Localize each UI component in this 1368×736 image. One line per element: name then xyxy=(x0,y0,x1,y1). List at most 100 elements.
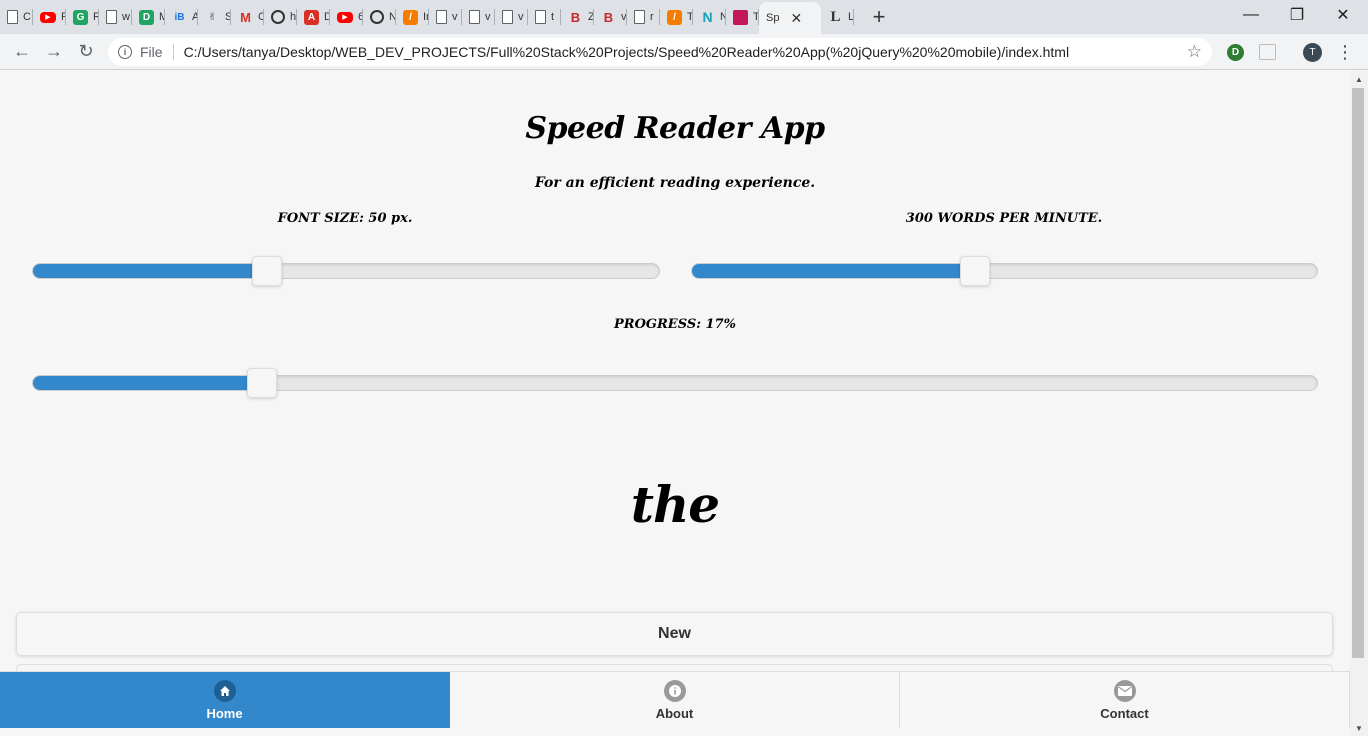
doc-icon xyxy=(469,10,480,24)
profile-avatar[interactable]: T xyxy=(1303,43,1322,62)
youtube-icon: ▶ xyxy=(40,11,56,23)
bookmark-star-icon[interactable]: ☆ xyxy=(1187,42,1202,62)
globe-icon xyxy=(370,10,384,24)
browser-tab[interactable]: C xyxy=(0,0,33,34)
browser-tab[interactable]: v xyxy=(495,0,528,34)
tab-label: h xyxy=(290,11,297,23)
browser-tab[interactable]: MC xyxy=(231,0,264,34)
new-tab-button[interactable]: + xyxy=(864,0,894,34)
forward-icon[interactable]: → xyxy=(38,36,70,68)
new-button[interactable]: New xyxy=(16,612,1333,656)
scroll-down-icon[interactable]: ▼ xyxy=(1350,720,1368,736)
bold-b-icon: B xyxy=(603,9,614,25)
tab-label: L xyxy=(848,11,854,23)
orange-app-icon: / xyxy=(667,9,682,25)
font-size-label: FONT SIZE: 50 px. xyxy=(277,211,413,226)
browser-tab[interactable]: v xyxy=(462,0,495,34)
youtube-icon: ▶ xyxy=(337,11,353,23)
browser-tab[interactable]: v xyxy=(429,0,462,34)
wpm-slider[interactable] xyxy=(691,256,1318,286)
browser-tab[interactable]: NN xyxy=(693,0,726,34)
close-window-button[interactable]: ✕ xyxy=(1320,0,1366,30)
slider-handle[interactable] xyxy=(246,368,277,398)
browser-tab[interactable]: h xyxy=(264,0,297,34)
tab-label: v xyxy=(518,11,524,23)
browser-tab[interactable]: BZ xyxy=(561,0,594,34)
browser-tab[interactable]: ▶ P xyxy=(33,0,66,34)
maximize-button[interactable]: ❐ xyxy=(1274,0,1320,30)
tab-label: v xyxy=(452,11,458,23)
scroll-up-icon[interactable]: ▲ xyxy=(1350,71,1368,87)
page-viewport: Speed Reader App For an efficient readin… xyxy=(0,71,1350,736)
font-size-slider[interactable] xyxy=(32,256,660,286)
tab-label: r xyxy=(650,11,654,23)
tab-label: t xyxy=(551,11,555,23)
slider-handle[interactable] xyxy=(252,256,283,286)
page-scrollbar[interactable]: ▲ ▼ xyxy=(1350,71,1368,736)
reader-word: the xyxy=(630,475,720,534)
slider-fill xyxy=(33,376,262,390)
nav-about[interactable]: About xyxy=(450,672,900,728)
tab-label: v xyxy=(621,11,627,23)
slider-fill xyxy=(692,264,975,278)
red-app-icon: A xyxy=(304,9,319,25)
browser-tab[interactable]: ▶ 6 xyxy=(330,0,363,34)
browser-tab[interactable]: Bv xyxy=(594,0,627,34)
tab-label: N xyxy=(389,11,396,23)
gmail-icon: M xyxy=(240,9,251,25)
reload-icon[interactable]: ↻ xyxy=(70,36,102,68)
browser-tab[interactable]: / Ir xyxy=(396,0,429,34)
info-icon[interactable]: i xyxy=(118,45,132,59)
browser-tab[interactable]: w xyxy=(99,0,132,34)
peace-icon: ✌ xyxy=(208,11,217,23)
info-icon xyxy=(663,679,686,702)
nav-contact-label: Contact xyxy=(1100,705,1149,721)
progress-label: PROGRESS: 17% xyxy=(614,317,736,332)
n-icon: N xyxy=(702,9,713,25)
url-text[interactable]: C:/Users/tanya/Desktop/WEB_DEV_PROJECTS/… xyxy=(184,44,1070,60)
mail-icon xyxy=(1113,679,1136,702)
browser-tab[interactable]: N xyxy=(363,0,396,34)
nav-about-label: About xyxy=(655,705,694,721)
nav-contact[interactable]: Contact xyxy=(900,672,1350,728)
doc-icon xyxy=(535,10,546,24)
browser-tab[interactable]: / T xyxy=(660,0,693,34)
browser-tab[interactable]: r xyxy=(627,0,660,34)
address-bar[interactable]: i File C:/Users/tanya/Desktop/WEB_DEV_PR… xyxy=(108,38,1212,66)
doc-icon xyxy=(502,10,513,24)
progress-slider[interactable] xyxy=(32,368,1318,398)
browser-tab[interactable]: GR xyxy=(66,0,99,34)
green-app-icon: D xyxy=(139,9,154,25)
flag-icon xyxy=(733,9,748,25)
browser-tab[interactable]: AD xyxy=(297,0,330,34)
divider xyxy=(172,44,174,60)
browser-tab[interactable]: DM xyxy=(132,0,165,34)
back-icon[interactable]: ← xyxy=(6,36,38,68)
browser-tab-active[interactable]: Sp ✕ xyxy=(759,2,821,34)
browser-tab[interactable]: ✌ S xyxy=(198,0,231,34)
tag-icon: G xyxy=(73,9,88,25)
slider-handle[interactable] xyxy=(959,256,990,286)
doc-icon xyxy=(634,10,645,24)
scroll-thumb[interactable] xyxy=(1352,88,1364,658)
slider-fill xyxy=(33,264,268,278)
minimize-button[interactable]: — xyxy=(1228,0,1274,30)
app-title: Speed Reader App xyxy=(525,111,825,146)
browser-menu-icon[interactable]: ⋮ xyxy=(1336,40,1354,64)
browser-tab[interactable]: T xyxy=(726,0,759,34)
tab-label: w xyxy=(122,11,130,23)
tab-strip: C ▶ P G Rw D MiB A ✌ S M Ch A D ▶ 6 N / Ir v v v t B Z Bv r / T N N T Sp… xyxy=(0,0,1368,34)
nav-home[interactable]: Home xyxy=(0,672,450,728)
l-icon: L xyxy=(830,8,841,25)
bottom-navbar: Home About Contact xyxy=(0,671,1350,728)
close-tab-icon[interactable]: ✕ xyxy=(790,10,802,27)
browser-tab[interactable]: LL xyxy=(821,0,854,34)
globe-icon xyxy=(271,10,285,24)
extension-icon[interactable]: D xyxy=(1227,44,1244,61)
extension-box-icon[interactable] xyxy=(1259,44,1276,60)
home-icon xyxy=(213,679,236,702)
browser-tab[interactable]: t xyxy=(528,0,561,34)
orange-app-icon: / xyxy=(403,9,418,25)
browser-tab[interactable]: iB A xyxy=(165,0,198,34)
scheme-label: File xyxy=(140,44,163,60)
